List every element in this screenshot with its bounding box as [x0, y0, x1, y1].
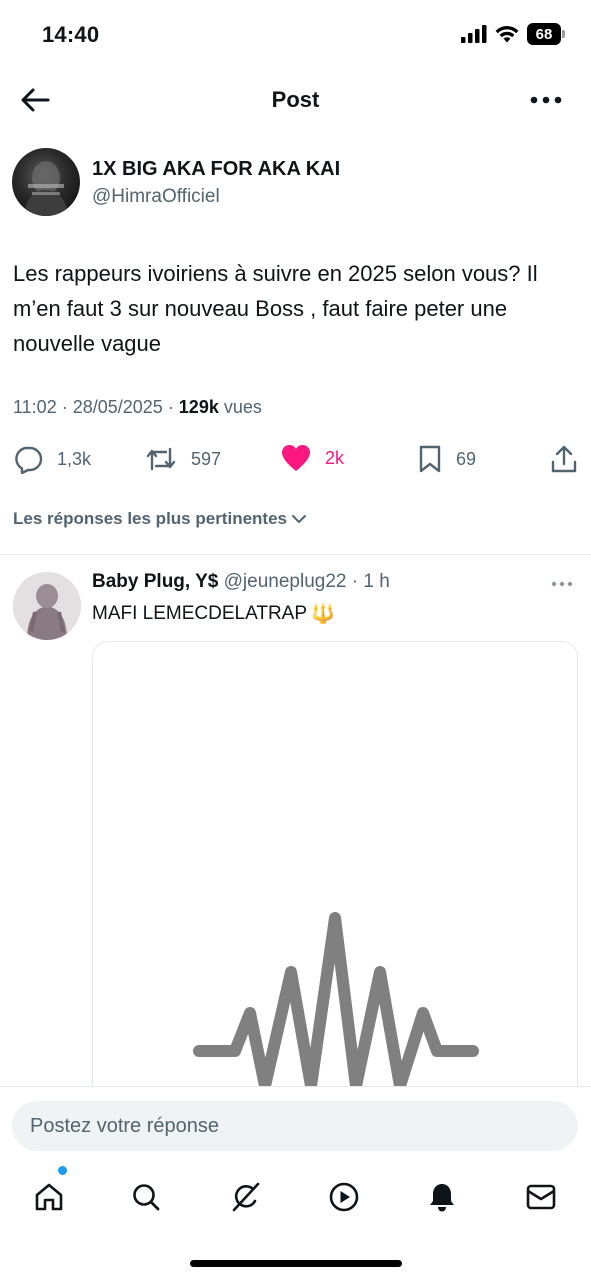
status-icons: 68	[461, 23, 565, 45]
page-title: Post	[271, 87, 320, 112]
share-button[interactable]	[551, 444, 577, 474]
repost-icon	[146, 447, 176, 471]
messages-icon	[526, 1184, 556, 1210]
reply-header: Baby Plug, Y$ @jeuneplug22 · 1 h	[92, 571, 390, 593]
reply-item[interactable]: Baby Plug, Y$ @jeuneplug22 · 1 h MAFI LE…	[0, 556, 591, 1111]
more-horizontal-icon[interactable]	[551, 580, 573, 588]
share-icon	[551, 445, 577, 473]
bookmark-button[interactable]: 69	[418, 444, 476, 474]
home-icon	[35, 1183, 63, 1211]
post-timestamp: 11:02 · 28/05/2025 ·	[13, 397, 179, 417]
notifications-icon	[430, 1184, 454, 1212]
replies-sort-toggle[interactable]: Les réponses les plus pertinentes	[13, 509, 307, 529]
reply-author-name[interactable]: Baby Plug, Y$	[92, 571, 218, 592]
reply-time: 1 h	[363, 571, 390, 592]
tab-home[interactable]	[27, 1175, 71, 1219]
wifi-icon	[495, 26, 519, 43]
trident-emoji: 🔱	[311, 604, 335, 625]
author-name[interactable]: 1X BIG AKA FOR AKA KAI	[92, 158, 340, 181]
video-icon	[329, 1182, 359, 1212]
composer-area	[0, 1086, 591, 1280]
like-count: 2k	[325, 447, 345, 468]
tab-messages[interactable]	[519, 1175, 563, 1219]
search-icon	[133, 1184, 160, 1211]
reply-text: MAFI LEMECDELATRAP 🔱	[92, 602, 335, 626]
reply-input[interactable]	[12, 1101, 578, 1151]
divider	[0, 554, 591, 555]
reply-separator: ·	[346, 571, 364, 592]
more-horizontal-icon[interactable]	[529, 90, 563, 110]
tab-notifications[interactable]	[420, 1175, 464, 1219]
repost-button[interactable]: 597	[145, 444, 221, 474]
bookmark-icon	[419, 445, 441, 473]
signal-icon	[461, 25, 487, 43]
sort-label: Les réponses les plus pertinentes	[13, 509, 287, 528]
like-button[interactable]: 2k	[281, 444, 344, 472]
post-meta: 11:02 · 28/05/2025 · 129k vues	[13, 397, 262, 418]
views-label: vues	[218, 397, 262, 417]
home-indicator	[190, 1260, 402, 1267]
heart-icon	[282, 445, 310, 471]
notification-dot	[58, 1166, 67, 1175]
post-text: Les rappeurs ivoiriens à suivre en 2025 …	[13, 261, 538, 356]
tab-video[interactable]	[322, 1175, 366, 1219]
chevron-down-icon	[291, 515, 306, 523]
avatar[interactable]	[12, 148, 80, 216]
post-author[interactable]: 1X BIG AKA FOR AKA KAI @HimraOfficiel	[12, 148, 572, 220]
battery-level: 68	[527, 23, 561, 45]
battery-icon: 68	[527, 23, 565, 45]
avatar[interactable]	[13, 572, 81, 640]
author-handle[interactable]: @HimraOfficiel	[92, 186, 220, 208]
grok-icon	[232, 1182, 260, 1212]
bookmark-count: 69	[456, 448, 477, 469]
top-nav: Post	[0, 70, 591, 130]
reply-author-handle[interactable]: @jeuneplug22	[224, 571, 347, 592]
views-count: 129k	[178, 397, 219, 417]
reply-button[interactable]: 1,3k	[13, 444, 91, 474]
tab-bar	[0, 1166, 591, 1219]
reply-text-body: MAFI LEMECDELATRAP	[92, 603, 308, 624]
audio-waveform-icon	[193, 912, 479, 1092]
post-actions: 1,3k 597 2k 69	[0, 440, 591, 480]
tab-grok[interactable]	[224, 1175, 268, 1219]
reply-count: 1,3k	[57, 448, 92, 469]
repost-count: 597	[191, 448, 222, 469]
reply-media-audio[interactable]	[92, 641, 578, 1111]
reply-icon	[15, 446, 43, 474]
status-bar: 14:40 68	[0, 0, 591, 70]
tab-search[interactable]	[124, 1175, 168, 1219]
status-time: 14:40	[42, 22, 100, 47]
